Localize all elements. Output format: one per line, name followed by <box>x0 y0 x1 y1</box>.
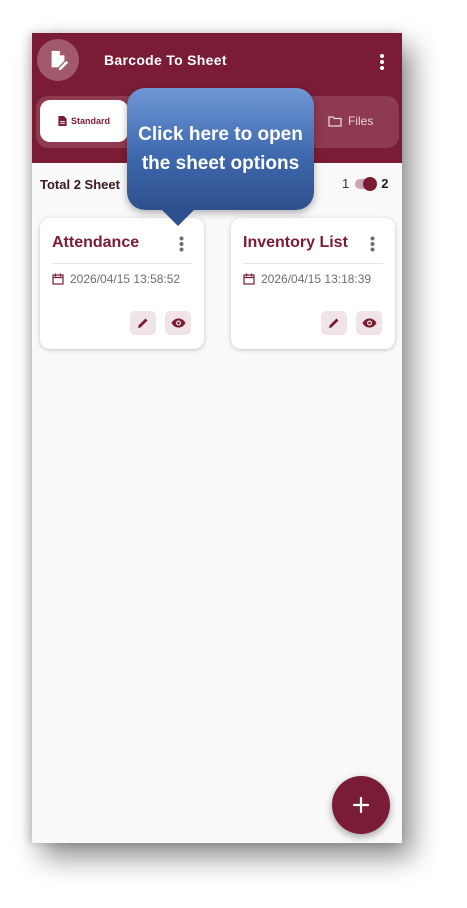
sheet-card[interactable]: Attendance 2026/04/15 13:58:52 <box>40 218 204 349</box>
sheet-date: 2026/04/15 13:58:52 <box>52 272 180 286</box>
toggle-right-value: 2 <box>381 176 389 191</box>
callout-pointer <box>160 208 196 226</box>
sheet-date-text: 2026/04/15 13:18:39 <box>261 272 372 286</box>
sheet-options-button[interactable] <box>365 234 379 254</box>
toggle-left-value: 1 <box>342 176 350 191</box>
edit-document-icon <box>51 50 69 71</box>
document-icon <box>58 116 67 126</box>
total-sheets-label: Total 2 Sheet <box>40 177 120 192</box>
tab-standard[interactable]: Standard <box>40 100 128 142</box>
card-divider <box>243 263 383 264</box>
more-vertical-icon <box>370 236 374 252</box>
pencil-icon <box>138 318 148 328</box>
view-sheet-button[interactable] <box>356 311 382 335</box>
view-sheet-button[interactable] <box>165 311 191 335</box>
sheet-options-button[interactable] <box>174 234 188 254</box>
callout-text: Click here to open the sheet options <box>138 124 303 174</box>
app-logo <box>37 39 79 81</box>
toggle-knob <box>363 176 378 191</box>
edit-sheet-button[interactable] <box>130 311 156 335</box>
sheet-card[interactable]: Inventory List 2026/04/15 13:18:39 <box>231 218 395 349</box>
calendar-icon <box>52 273 64 285</box>
eye-icon <box>171 318 185 328</box>
eye-icon <box>362 318 376 328</box>
sheet-title: Attendance <box>52 234 140 251</box>
tab-standard-label: Standard <box>70 116 110 126</box>
edit-sheet-button[interactable] <box>321 311 347 335</box>
tutorial-callout: Click here to open the sheet options <box>127 88 314 210</box>
folder-icon <box>328 115 342 127</box>
sheet-title: Inventory List <box>243 234 348 251</box>
tab-files-label: Files <box>348 114 374 128</box>
add-sheet-button[interactable] <box>332 776 390 834</box>
calendar-icon <box>243 273 255 285</box>
tab-files[interactable]: Files <box>328 106 373 136</box>
plus-icon <box>352 796 370 814</box>
card-divider <box>52 263 192 264</box>
column-toggle[interactable]: 1 2 <box>342 176 388 191</box>
pencil-icon <box>329 318 339 328</box>
overflow-menu-button[interactable] <box>372 49 392 75</box>
app-title: Barcode To Sheet <box>104 52 227 68</box>
sheet-date-text: 2026/04/15 13:58:52 <box>70 272 181 286</box>
toggle-switch[interactable] <box>355 176 378 191</box>
more-vertical-icon <box>179 236 183 252</box>
more-vertical-icon <box>380 54 384 70</box>
sheet-date: 2026/04/15 13:18:39 <box>243 272 371 286</box>
